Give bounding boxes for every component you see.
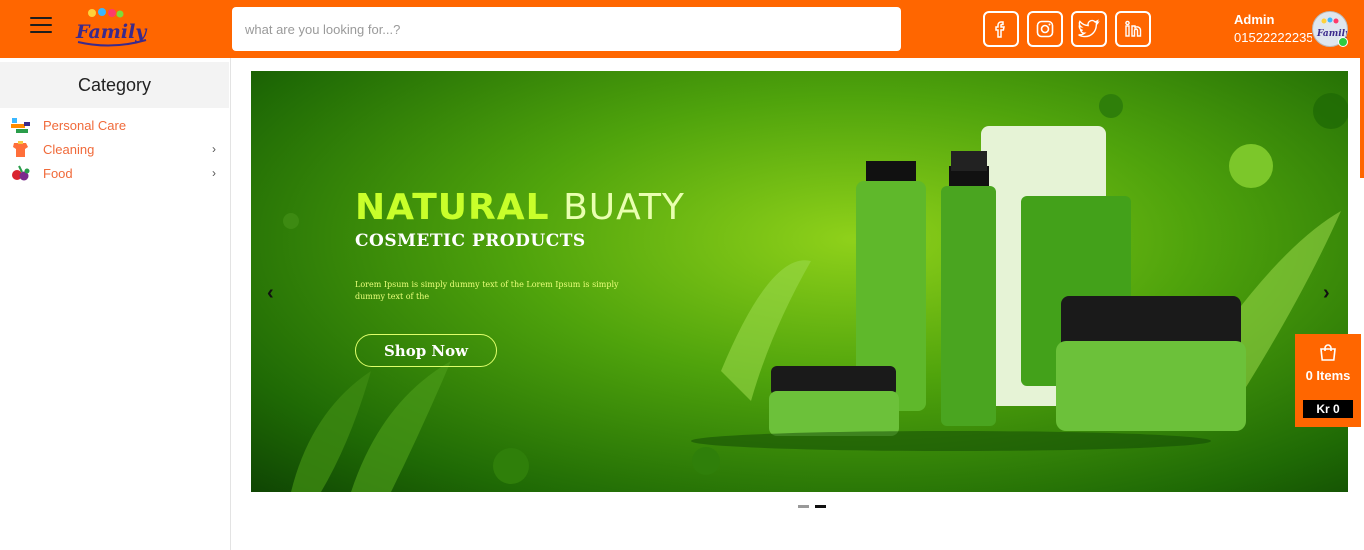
carousel-dot[interactable]: [798, 505, 809, 508]
category-item-label: Personal Care: [43, 117, 127, 133]
category-item-food[interactable]: Food ›: [10, 162, 220, 184]
chevron-right-icon[interactable]: ›: [212, 166, 216, 180]
category-item-cleaning[interactable]: Cleaning ›: [10, 138, 220, 160]
logo[interactable]: Family: [72, 4, 152, 52]
search-input[interactable]: [232, 7, 901, 51]
cleaning-icon: [13, 141, 28, 157]
avatar[interactable]: Family: [1312, 11, 1351, 47]
category-sidebar: Category Personal Care Cleaning › Food ›: [0, 58, 231, 550]
category-title: Category: [0, 62, 229, 108]
carousel-indicators: [798, 505, 826, 508]
facebook-icon[interactable]: [983, 11, 1019, 47]
category-item-label: Cleaning: [43, 141, 95, 157]
banner-subtitle: COSMETIC PRODUCTS: [355, 231, 586, 251]
shop-now-button[interactable]: Shop Now: [355, 334, 497, 367]
chevron-right-icon[interactable]: ›: [212, 142, 216, 156]
cart-total: Kr 0: [1303, 400, 1353, 418]
instagram-icon[interactable]: [1027, 11, 1063, 47]
carousel-dot-active[interactable]: [815, 505, 826, 508]
user-name[interactable]: Admin: [1234, 12, 1274, 27]
twitter-icon[interactable]: [1071, 11, 1107, 47]
banner-description: Lorem Ipsum is simply dummy text of the …: [355, 280, 619, 301]
carousel-prev-icon[interactable]: ‹: [267, 282, 274, 305]
category-item-label: Food: [43, 165, 73, 181]
banner-title: NATURAL BUATY: [355, 187, 685, 228]
banner-title-part2: BUATY: [563, 187, 685, 228]
cart-item-count: 0 Items: [1305, 368, 1351, 383]
linkedin-icon[interactable]: [1115, 11, 1151, 47]
logo-text: Family: [75, 21, 148, 43]
scrollbar[interactable]: [1360, 58, 1364, 178]
top-navbar: Family Admin 01522222235 Family: [0, 0, 1364, 58]
shopping-bag-icon: [1320, 344, 1336, 361]
online-status-dot: [1338, 37, 1348, 47]
user-phone: 01522222235: [1234, 30, 1312, 45]
hero-banner: NATURAL BUATY COSMETIC PRODUCTS Lorem Ip…: [251, 71, 1348, 492]
banner-title-part1: NATURAL: [355, 187, 550, 228]
menu-icon[interactable]: [30, 17, 52, 37]
carousel-next-icon[interactable]: ›: [1323, 282, 1330, 305]
category-item-personal-care[interactable]: Personal Care: [10, 114, 220, 136]
cart-widget[interactable]: 0 Items Kr 0: [1295, 334, 1361, 427]
personal-care-icon: [11, 118, 30, 133]
food-icon: [12, 165, 30, 181]
